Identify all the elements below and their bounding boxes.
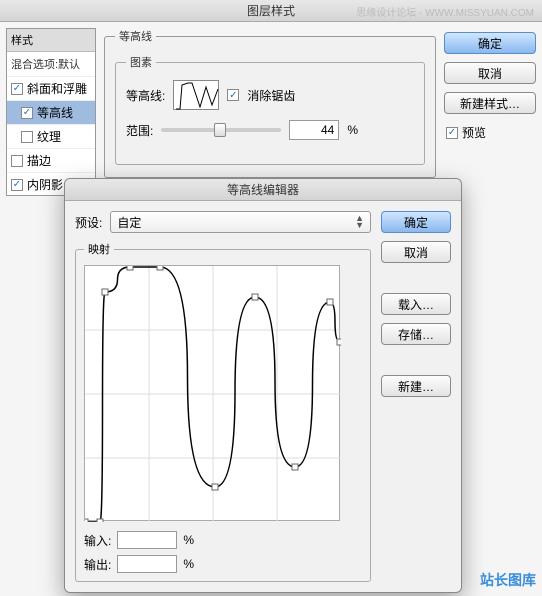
output-label: 输出: (84, 556, 111, 573)
contour-settings: 等高线 图素 等高线: ✓ 消除锯齿 范围: % (104, 28, 436, 196)
elements-group: 图素 等高线: ✓ 消除锯齿 范围: % (115, 54, 425, 165)
mapping-group: 映射 输入: % 输出: % (75, 241, 371, 582)
elements-label: 图素 (126, 54, 156, 70)
styles-sidebar: 样式 混合选项:默认 ✓ 斜面和浮雕 ✓ 等高线纹理描边 ✓ 内阴影 (6, 28, 96, 196)
editor-titlebar: 等高线编辑器 (65, 179, 461, 201)
right-buttons: 确定 取消 新建样式… ✓ 预览 (444, 28, 536, 196)
sidebar-checkbox[interactable]: ✓ (11, 179, 23, 191)
editor-ok-button[interactable]: 确定 (381, 211, 451, 233)
editor-cancel-button[interactable]: 取消 (381, 241, 451, 263)
sidebar-item-3[interactable]: 描边 (7, 148, 95, 172)
sidebar-checkbox[interactable]: ✓ (11, 83, 23, 95)
blend-options[interactable]: 混合选项:默认 (7, 52, 95, 76)
antialias-label: 消除锯齿 (247, 87, 295, 104)
new-style-button[interactable]: 新建样式… (444, 92, 536, 114)
sidebar-item-1[interactable]: ✓ 等高线 (7, 100, 95, 124)
range-input[interactable] (289, 120, 339, 140)
preset-label: 预设: (75, 214, 102, 231)
main-panel: 样式 混合选项:默认 ✓ 斜面和浮雕 ✓ 等高线纹理描边 ✓ 内阴影 等高线 图素 等高线… (0, 22, 542, 202)
watermark-bottom: 站长图库 (480, 570, 536, 590)
cancel-button[interactable]: 取消 (444, 62, 536, 84)
editor-title: 等高线编辑器 (227, 183, 299, 197)
output-field[interactable] (117, 555, 177, 573)
editor-new-button[interactable]: 新建… (381, 375, 451, 397)
watermark-top: 思缘设计论坛 - WWW.MISSYUAN.COM (356, 4, 534, 19)
contour-thumbnail[interactable] (173, 80, 219, 110)
sidebar-item-label: 纹理 (37, 128, 61, 145)
sidebar-item-label: 等高线 (37, 104, 73, 121)
preset-value: 自定 (117, 214, 141, 231)
editor-buttons: 确定 取消 载入… 存储… 新建… (381, 211, 451, 582)
contour-label: 等高线: (126, 87, 165, 104)
mapping-label: 映射 (84, 241, 114, 257)
chevron-updown-icon: ▲▼ (355, 215, 364, 229)
range-label: 范围: (126, 122, 153, 139)
antialias-checkbox[interactable]: ✓ (227, 89, 239, 101)
range-unit: % (347, 123, 358, 137)
input-unit: % (183, 533, 194, 547)
sidebar-item-label: 内阴影 (27, 176, 63, 193)
sidebar-checkbox[interactable] (21, 131, 33, 143)
output-unit: % (183, 557, 194, 571)
sidebar-item-label: 描边 (27, 152, 51, 169)
sidebar-checkbox[interactable] (11, 155, 23, 167)
sidebar-item-0[interactable]: ✓ 斜面和浮雕 (7, 76, 95, 100)
curve-editor[interactable] (84, 265, 340, 521)
sidebar-checkbox[interactable]: ✓ (21, 107, 33, 119)
sidebar-item-2[interactable]: 纹理 (7, 124, 95, 148)
preset-select[interactable]: 自定 ▲▼ (110, 211, 371, 233)
preview-label: 预览 (462, 124, 486, 141)
editor-save-button[interactable]: 存储… (381, 323, 451, 345)
range-slider-thumb[interactable] (214, 123, 226, 137)
contour-group-label: 等高线 (115, 28, 156, 44)
contour-group: 等高线 图素 等高线: ✓ 消除锯齿 范围: % (104, 28, 436, 178)
contour-editor-dialog: 等高线编辑器 预设: 自定 ▲▼ 映射 (64, 178, 462, 593)
range-slider[interactable] (161, 128, 281, 132)
window-title: 图层样式 (247, 4, 295, 18)
editor-load-button[interactable]: 载入… (381, 293, 451, 315)
sidebar-item-label: 斜面和浮雕 (27, 80, 87, 97)
ok-button[interactable]: 确定 (444, 32, 536, 54)
preview-checkbox[interactable]: ✓ (446, 127, 458, 139)
input-label: 输入: (84, 532, 111, 549)
input-field[interactable] (117, 531, 177, 549)
sidebar-header: 样式 (7, 29, 95, 52)
